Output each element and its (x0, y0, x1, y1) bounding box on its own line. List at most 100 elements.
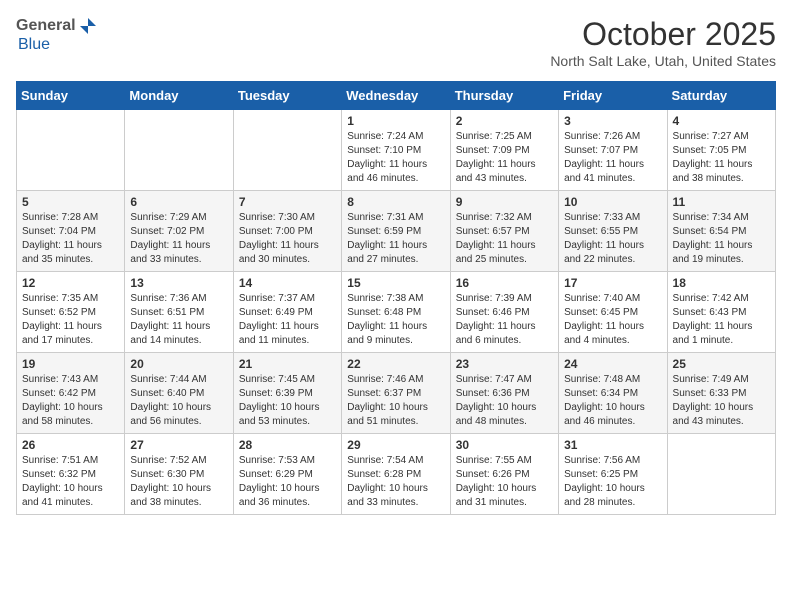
weekday-header: Wednesday (342, 82, 450, 110)
day-number: 20 (130, 357, 227, 371)
logo-blue: Blue (18, 36, 50, 54)
calendar-cell: 16 Sunrise: 7:39 AM Sunset: 6:46 PM Dayli… (450, 272, 558, 353)
calendar-cell: 9Sunrise: 7:32 AM Sunset: 6:57 PM Daylig… (450, 191, 558, 272)
day-info: Sunrise: 7:35 AM Sunset: 6:52 PM Dayligh… (22, 292, 119, 348)
calendar-cell: 30Sunrise: 7:55 AM Sunset: 6:26 PM Dayli… (450, 434, 558, 515)
day-number: 14 (239, 276, 336, 290)
calendar-cell: 8 Sunrise: 7:31 AM Sunset: 6:59 PM Daylig… (342, 191, 450, 272)
day-info: Sunrise: 7:24 AM Sunset: 7:10 PM Dayligh… (347, 130, 444, 186)
day-info: Sunrise: 7:26 AM Sunset: 7:07 PM Dayligh… (564, 130, 661, 186)
calendar-cell: 14 Sunrise: 7:37 AM Sunset: 6:49 PM Dayli… (233, 272, 341, 353)
day-info: Sunrise: 7:38 AM Sunset: 6:48 PM Dayligh… (347, 292, 444, 348)
weekday-header: Tuesday (233, 82, 341, 110)
calendar-cell: 20 Sunrise: 7:44 AM Sunset: 6:40 PM Dayli… (125, 353, 233, 434)
calendar-cell: 22 Sunrise: 7:46 AM Sunset: 6:37 PM Dayli… (342, 353, 450, 434)
day-info: Sunrise: 7:28 AM Sunset: 7:04 PM Dayligh… (22, 211, 119, 267)
day-info: Sunrise: 7:56 AM Sunset: 6:25 PM Dayligh… (564, 454, 661, 510)
day-number: 18 (673, 276, 770, 290)
day-number: 11 (673, 195, 770, 209)
calendar-cell: 27Sunrise: 7:52 AM Sunset: 6:30 PM Dayli… (125, 434, 233, 515)
calendar-cell: 31Sunrise: 7:56 AM Sunset: 6:25 PM Dayli… (559, 434, 667, 515)
logo-general: General (16, 17, 76, 35)
calendar-cell: 1 Sunrise: 7:24 AM Sunset: 7:10 PM Daylig… (342, 110, 450, 191)
title-block: October 2025 North Salt Lake, Utah, Unit… (550, 16, 776, 69)
day-info: Sunrise: 7:33 AM Sunset: 6:55 PM Dayligh… (564, 211, 661, 267)
day-number: 16 (456, 276, 553, 290)
calendar-cell (667, 434, 775, 515)
day-info: Sunrise: 7:27 AM Sunset: 7:05 PM Dayligh… (673, 130, 770, 186)
day-info: Sunrise: 7:46 AM Sunset: 6:37 PM Dayligh… (347, 373, 444, 429)
day-info: Sunrise: 7:39 AM Sunset: 6:46 PM Dayligh… (456, 292, 553, 348)
day-number: 13 (130, 276, 227, 290)
day-number: 1 (347, 114, 444, 128)
day-number: 2 (456, 114, 553, 128)
day-info: Sunrise: 7:31 AM Sunset: 6:59 PM Dayligh… (347, 211, 444, 267)
weekday-header: Friday (559, 82, 667, 110)
day-number: 4 (673, 114, 770, 128)
page-header: General Blue October 2025 North Salt Lak… (16, 16, 776, 69)
day-info: Sunrise: 7:55 AM Sunset: 6:26 PM Dayligh… (456, 454, 553, 510)
day-number: 19 (22, 357, 119, 371)
calendar-week-row: 26 Sunrise: 7:51 AM Sunset: 6:32 PM Dayli… (17, 434, 776, 515)
weekday-header: Monday (125, 82, 233, 110)
calendar-cell: 6 Sunrise: 7:29 AM Sunset: 7:02 PM Daylig… (125, 191, 233, 272)
day-number: 8 (347, 195, 444, 209)
day-number: 6 (130, 195, 227, 209)
day-info: Sunrise: 7:45 AM Sunset: 6:39 PM Dayligh… (239, 373, 336, 429)
calendar-cell: 4 Sunrise: 7:27 AM Sunset: 7:05 PM Daylig… (667, 110, 775, 191)
calendar-cell: 11 Sunrise: 7:34 AM Sunset: 6:54 PM Dayli… (667, 191, 775, 272)
weekday-header-row: SundayMondayTuesdayWednesdayThursdayFrid… (17, 82, 776, 110)
day-number: 26 (22, 438, 119, 452)
calendar-cell: 3 Sunrise: 7:26 AM Sunset: 7:07 PM Daylig… (559, 110, 667, 191)
day-number: 22 (347, 357, 444, 371)
day-info: Sunrise: 7:25 AM Sunset: 7:09 PM Dayligh… (456, 130, 553, 186)
day-info: Sunrise: 7:37 AM Sunset: 6:49 PM Dayligh… (239, 292, 336, 348)
day-number: 7 (239, 195, 336, 209)
month-title: October 2025 (550, 16, 776, 53)
calendar-cell: 25Sunrise: 7:49 AM Sunset: 6:33 PM Dayli… (667, 353, 775, 434)
day-number: 23 (456, 357, 553, 371)
day-info: Sunrise: 7:43 AM Sunset: 6:42 PM Dayligh… (22, 373, 119, 429)
day-number: 17 (564, 276, 661, 290)
day-info: Sunrise: 7:32 AM Sunset: 6:57 PM Dayligh… (456, 211, 553, 267)
calendar-week-row: 1 Sunrise: 7:24 AM Sunset: 7:10 PM Daylig… (17, 110, 776, 191)
day-info: Sunrise: 7:48 AM Sunset: 6:34 PM Dayligh… (564, 373, 661, 429)
calendar-cell: 10 Sunrise: 7:33 AM Sunset: 6:55 PM Dayli… (559, 191, 667, 272)
calendar-cell: 5 Sunrise: 7:28 AM Sunset: 7:04 PM Daylig… (17, 191, 125, 272)
calendar-cell: 15 Sunrise: 7:38 AM Sunset: 6:48 PM Dayli… (342, 272, 450, 353)
day-number: 3 (564, 114, 661, 128)
day-number: 25 (673, 357, 770, 371)
calendar-cell: 23Sunrise: 7:47 AM Sunset: 6:36 PM Dayli… (450, 353, 558, 434)
day-info: Sunrise: 7:53 AM Sunset: 6:29 PM Dayligh… (239, 454, 336, 510)
calendar-cell: 18 Sunrise: 7:42 AM Sunset: 6:43 PM Dayli… (667, 272, 775, 353)
day-number: 12 (22, 276, 119, 290)
calendar: SundayMondayTuesdayWednesdayThursdayFrid… (16, 81, 776, 515)
day-info: Sunrise: 7:40 AM Sunset: 6:45 PM Dayligh… (564, 292, 661, 348)
day-info: Sunrise: 7:34 AM Sunset: 6:54 PM Dayligh… (673, 211, 770, 267)
day-number: 24 (564, 357, 661, 371)
calendar-cell (17, 110, 125, 191)
calendar-cell: 13 Sunrise: 7:36 AM Sunset: 6:51 PM Dayli… (125, 272, 233, 353)
day-info: Sunrise: 7:36 AM Sunset: 6:51 PM Dayligh… (130, 292, 227, 348)
calendar-cell: 19 Sunrise: 7:43 AM Sunset: 6:42 PM Dayli… (17, 353, 125, 434)
day-info: Sunrise: 7:42 AM Sunset: 6:43 PM Dayligh… (673, 292, 770, 348)
weekday-header: Sunday (17, 82, 125, 110)
calendar-cell: 28 Sunrise: 7:53 AM Sunset: 6:29 PM Dayli… (233, 434, 341, 515)
day-number: 5 (22, 195, 119, 209)
day-number: 10 (564, 195, 661, 209)
logo: General Blue (16, 16, 98, 54)
calendar-week-row: 5 Sunrise: 7:28 AM Sunset: 7:04 PM Daylig… (17, 191, 776, 272)
day-info: Sunrise: 7:29 AM Sunset: 7:02 PM Dayligh… (130, 211, 227, 267)
day-info: Sunrise: 7:44 AM Sunset: 6:40 PM Dayligh… (130, 373, 227, 429)
calendar-cell: 7Sunrise: 7:30 AM Sunset: 7:00 PM Daylig… (233, 191, 341, 272)
weekday-header: Thursday (450, 82, 558, 110)
day-info: Sunrise: 7:51 AM Sunset: 6:32 PM Dayligh… (22, 454, 119, 510)
calendar-week-row: 12 Sunrise: 7:35 AM Sunset: 6:52 PM Dayli… (17, 272, 776, 353)
calendar-cell (233, 110, 341, 191)
location: North Salt Lake, Utah, United States (550, 53, 776, 69)
day-number: 28 (239, 438, 336, 452)
day-info: Sunrise: 7:52 AM Sunset: 6:30 PM Dayligh… (130, 454, 227, 510)
day-number: 15 (347, 276, 444, 290)
day-number: 29 (347, 438, 444, 452)
calendar-cell: 2 Sunrise: 7:25 AM Sunset: 7:09 PM Daylig… (450, 110, 558, 191)
